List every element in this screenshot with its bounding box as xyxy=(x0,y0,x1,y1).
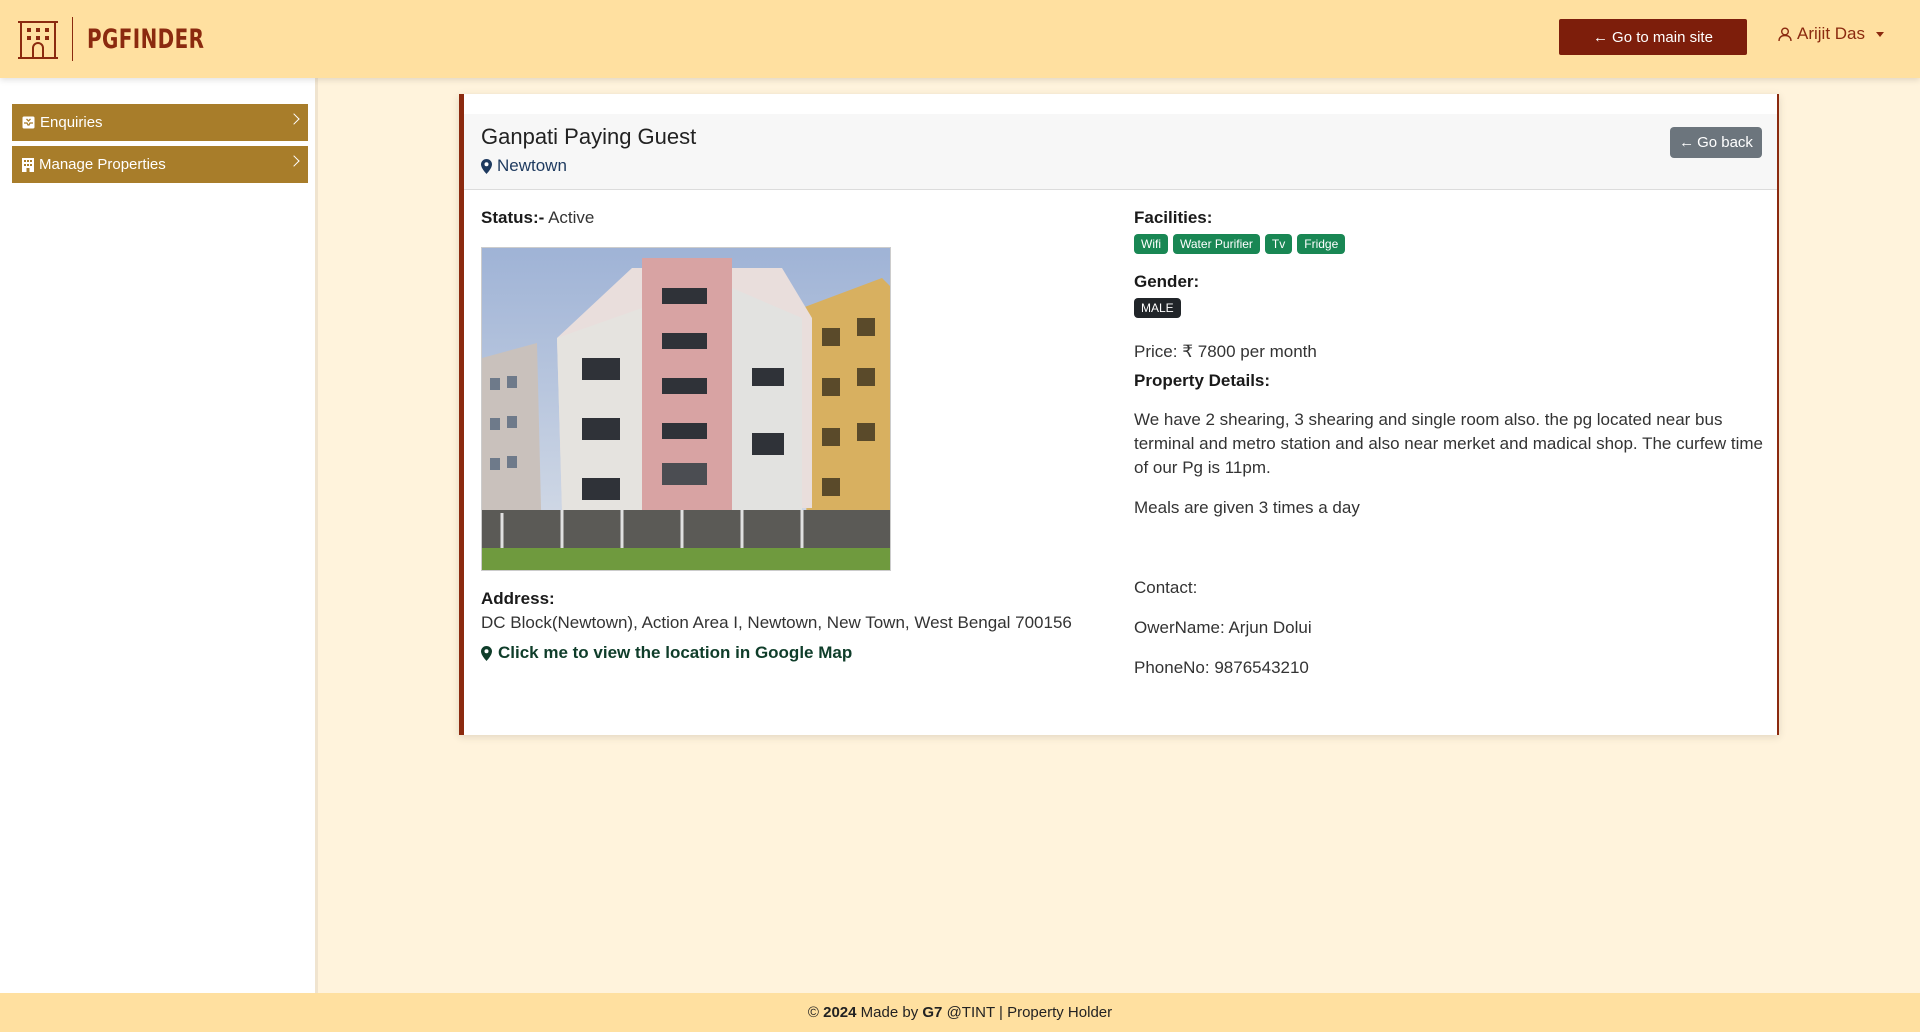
user-name: Arijit Das xyxy=(1797,24,1866,43)
gender-badge: MALE xyxy=(1134,298,1181,318)
brand-logo[interactable]: PGFINDER xyxy=(18,17,230,61)
facility-badge: Water Purifier xyxy=(1173,234,1260,254)
sidebar-item-label: Manage Properties xyxy=(39,156,166,173)
facility-badge: Tv xyxy=(1264,234,1293,254)
footer-year: 2024 xyxy=(823,1004,857,1021)
copyright-symbol: © xyxy=(807,1004,824,1021)
meals-text: Meals are given 3 times a day xyxy=(1134,498,1360,517)
sidebar-item-enquiries[interactable]: Enquiries xyxy=(12,104,308,141)
facility-badge: Wifi xyxy=(1134,234,1168,254)
footer: © 2024 Made by G7 @TINT | Property Holde… xyxy=(0,993,1920,1032)
facilities-list: Wifi Water Purifier Tv Fridge xyxy=(1134,234,1346,254)
price-value: 7800 per month xyxy=(1197,342,1317,361)
map-marker-icon xyxy=(481,645,492,661)
user-menu-dropdown[interactable]: Arijit Das xyxy=(1778,24,1885,44)
property-card-header: Ganpati Paying Guest Newtown ← Go back xyxy=(464,114,1777,190)
property-photo xyxy=(481,247,891,571)
go-back-button[interactable]: ← Go back xyxy=(1670,127,1762,158)
chevron-right-icon xyxy=(288,113,300,125)
status-row: Status:- Active xyxy=(481,208,594,228)
address-value: DC Block(Newtown), Action Area I, Newtow… xyxy=(481,613,1072,632)
price-row: Price: ₹ 7800 per month xyxy=(1134,342,1317,362)
inbox-icon xyxy=(22,116,35,129)
top-navbar: PGFINDER ← Go to main site Arijit Das xyxy=(0,0,1920,78)
chevron-right-icon xyxy=(288,155,300,167)
logo-divider xyxy=(72,17,73,61)
facility-badge: Fridge xyxy=(1297,234,1346,254)
go-to-main-site-button[interactable]: ← Go to main site xyxy=(1559,19,1747,55)
brand-name: PGFINDER xyxy=(87,23,205,55)
property-location-text: Newtown xyxy=(497,156,567,175)
sidebar: Enquiries Manage Properties xyxy=(0,78,318,993)
property-title: Ganpati Paying Guest xyxy=(481,124,697,149)
footer-made-by: Made by xyxy=(860,1004,919,1021)
gender-badges: MALE xyxy=(1134,298,1181,318)
owner-name: OwerName: Arjun Dolui xyxy=(1134,618,1312,637)
arrow-left-icon: ← xyxy=(1593,28,1609,46)
facilities-label: Facilities: xyxy=(1134,208,1213,227)
rupee-icon: ₹ xyxy=(1182,342,1194,361)
status-value: Active xyxy=(548,208,595,227)
building-logo-icon xyxy=(18,21,58,59)
address-label: Address: xyxy=(481,589,555,608)
go-to-main-site-label: Go to main site xyxy=(1612,28,1713,46)
price-label: Price: xyxy=(1134,342,1178,361)
user-icon xyxy=(1778,27,1792,41)
contact-label: Contact: xyxy=(1134,578,1198,597)
property-card: Ganpati Paying Guest Newtown ← Go back S… xyxy=(459,94,1779,735)
building-icon xyxy=(22,157,34,172)
property-location: Newtown xyxy=(481,156,567,176)
arrow-left-icon: ← xyxy=(1679,134,1695,151)
map-marker-icon xyxy=(481,158,492,174)
sidebar-item-manage-properties[interactable]: Manage Properties xyxy=(12,146,308,183)
status-label: Status:- xyxy=(481,208,545,227)
footer-suffix: @TINT | Property Holder xyxy=(946,1004,1113,1021)
chevron-down-icon xyxy=(1876,31,1885,37)
google-map-link-label: Click me to view the location in Google … xyxy=(498,643,853,662)
phone-number: PhoneNo: 9876543210 xyxy=(1134,658,1309,677)
sidebar-item-label: Enquiries xyxy=(40,114,103,131)
google-map-link[interactable]: Click me to view the location in Google … xyxy=(481,643,852,663)
property-details-label: Property Details: xyxy=(1134,371,1271,390)
property-details-text: We have 2 shearing, 3 shearing and singl… xyxy=(1134,410,1763,477)
go-back-label: Go back xyxy=(1697,134,1753,151)
gender-label: Gender: xyxy=(1134,272,1200,291)
footer-team: G7 xyxy=(922,1004,943,1021)
